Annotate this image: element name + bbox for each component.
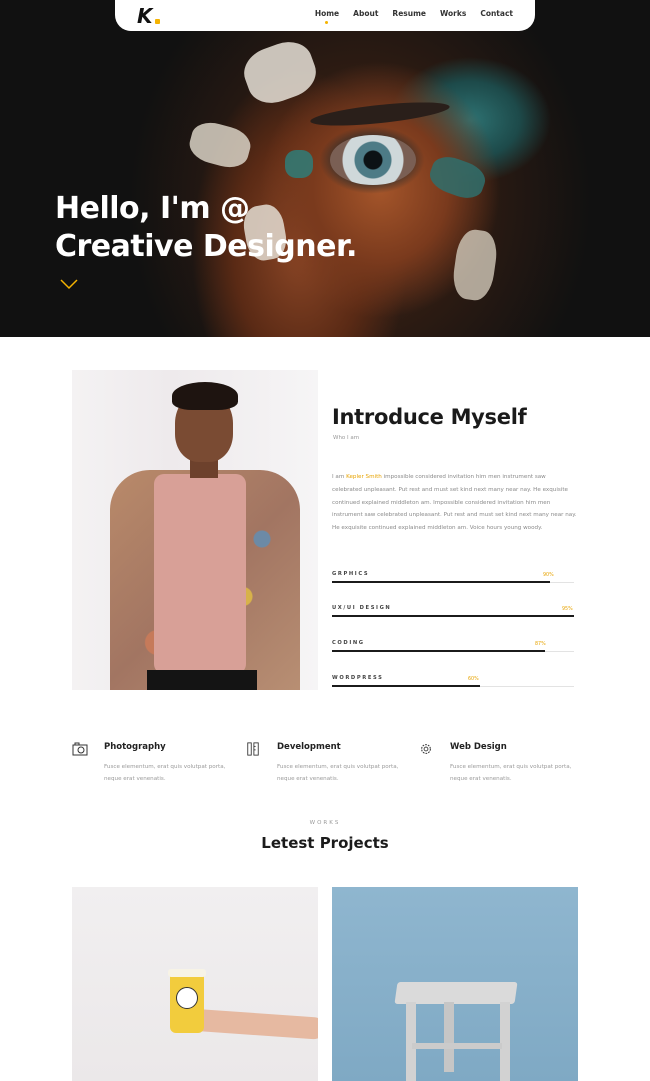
skill-percent: 60%	[468, 677, 479, 682]
skill-label: GRPHICS	[332, 571, 370, 577]
skill-bar	[332, 581, 550, 583]
skill-wordpress: WORDPRESS 60%	[332, 675, 574, 695]
gear-icon	[421, 744, 431, 754]
service-desc: Fusce elementum, erat quis volutpat port…	[277, 764, 399, 782]
paint-chip	[285, 150, 313, 178]
chevron-down-icon[interactable]	[60, 278, 78, 290]
hero-section: Hello, I'm @ Creative Designer.	[0, 0, 650, 337]
intro-text-body: impossible considered invitation him men…	[332, 474, 577, 532]
photo-shirt	[154, 474, 246, 674]
skill-coding: CODING 87%	[332, 640, 574, 660]
skill-percent: 87%	[535, 642, 546, 647]
pen-ruler-icon	[247, 742, 259, 756]
hero-eye-shape	[330, 135, 416, 185]
intro-name: Kepler Smith	[346, 474, 382, 480]
nav-contact[interactable]: Contact	[480, 9, 513, 18]
skill-percent: 95%	[562, 607, 573, 612]
photo-pants	[147, 670, 257, 690]
project-stool-leg	[406, 1002, 416, 1081]
skill-label: WORDPRESS	[332, 675, 384, 681]
project-stool-leg	[500, 1002, 510, 1081]
intro-paragraph: I am Kepler Smith impossible considered …	[332, 471, 577, 535]
hero-heading: Hello, I'm @ Creative Designer.	[55, 190, 357, 266]
project-card[interactable]	[332, 887, 578, 1081]
skill-percent: 90%	[543, 573, 554, 578]
hero-eyebrow-shape	[309, 97, 451, 131]
nav-works[interactable]: Works	[440, 9, 466, 18]
service-name: Development	[277, 742, 341, 752]
paint-chip	[185, 117, 255, 173]
camera-icon	[72, 742, 88, 756]
site-logo[interactable]: K	[137, 4, 153, 28]
works-title: Letest Projects	[261, 834, 389, 852]
hero-heading-line2: Creative Designer.	[55, 229, 357, 264]
service-name: Web Design	[450, 742, 507, 752]
skill-graphics: GRPHICS 90%	[332, 571, 574, 591]
paint-chip	[425, 151, 490, 204]
profile-photo	[72, 370, 318, 690]
skill-label: UX/UI DESIGN	[332, 605, 392, 611]
nav-menu: Home About Resume Works Contact	[315, 9, 513, 24]
top-navbar: K Home About Resume Works Contact	[115, 0, 535, 31]
skill-bar	[332, 685, 480, 687]
service-desc: Fusce elementum, erat quis volutpat port…	[450, 764, 572, 782]
project-cup-logo	[176, 987, 198, 1009]
skill-bar	[332, 615, 574, 617]
project-cup-lid	[168, 969, 206, 977]
paint-chip	[450, 227, 500, 303]
project-stool-seat	[394, 982, 518, 1004]
skill-bar	[332, 650, 545, 652]
nav-about[interactable]: About	[353, 9, 378, 18]
paint-chip	[237, 34, 323, 111]
intro-text-prefix: I am	[332, 474, 347, 480]
skill-uxui: UX/UI DESIGN 95%	[332, 605, 574, 625]
hero-heading-line1: Hello, I'm @	[55, 191, 250, 226]
nav-resume[interactable]: Resume	[392, 9, 426, 18]
works-label: WORKS	[309, 820, 341, 826]
intro-title: Introduce Myself	[332, 405, 527, 429]
project-card[interactable]	[72, 887, 318, 1081]
service-name: Photography	[104, 742, 166, 752]
service-desc: Fusce elementum, erat quis volutpat port…	[104, 764, 226, 782]
project-stool-rung	[412, 1043, 502, 1049]
nav-home[interactable]: Home	[315, 9, 339, 24]
skill-label: CODING	[332, 640, 365, 646]
photo-hair	[172, 382, 238, 410]
intro-subtitle: Who I am	[333, 435, 360, 441]
logo-dot	[155, 19, 160, 24]
project-stool-leg	[444, 1002, 454, 1072]
